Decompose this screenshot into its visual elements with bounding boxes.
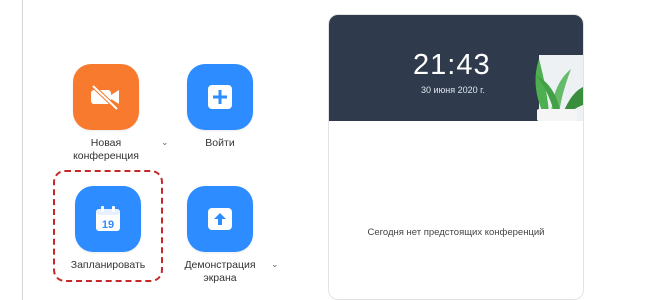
share-screen-dropdown-caret[interactable]: ⌄ <box>271 259 279 270</box>
new-meeting-label: Новая конференция <box>73 137 139 162</box>
join-label: Войти <box>205 137 235 149</box>
share-screen-icon <box>208 208 232 230</box>
card-header: 21:43 30 июня 2020 г. <box>329 15 583 121</box>
plus-icon <box>208 85 232 109</box>
video-off-icon <box>91 84 119 111</box>
share-screen-action[interactable]: Демонстрация экрана <box>170 186 270 285</box>
panel-divider <box>22 0 23 300</box>
join-action[interactable]: Войти <box>170 64 270 150</box>
clock-time: 21:43 <box>413 49 491 81</box>
new-meeting-dropdown-caret[interactable]: ⌄ <box>161 137 169 148</box>
clock-date: 30 июня 2020 г. <box>421 85 485 95</box>
share-screen-label: Демонстрация экрана <box>184 259 256 284</box>
meetings-card: 21:43 30 июня 2020 г. Сегодня нет предст… <box>328 14 584 300</box>
share-screen-button[interactable] <box>187 186 253 252</box>
join-button[interactable] <box>187 64 253 130</box>
schedule-highlight-frame <box>53 170 163 282</box>
new-meeting-button[interactable] <box>73 64 139 130</box>
no-upcoming-meetings-text: Сегодня нет предстоящих конференций <box>367 227 545 238</box>
new-meeting-action[interactable]: Новая конференция <box>56 64 156 163</box>
plant-illustration-icon <box>535 55 583 121</box>
